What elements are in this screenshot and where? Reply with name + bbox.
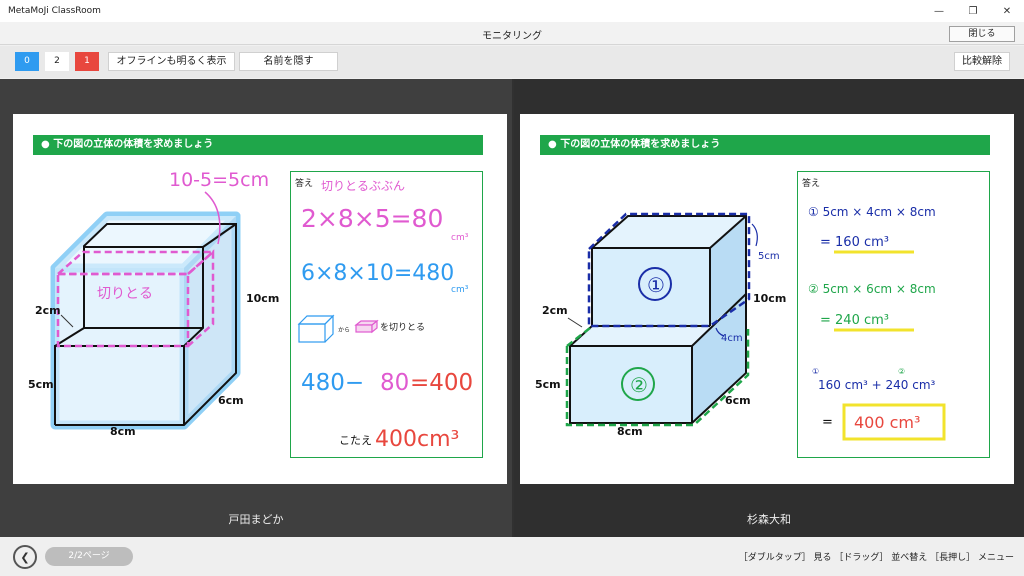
- hw-eq3c: =400: [410, 370, 473, 396]
- hw-side-note: 5cm: [758, 251, 780, 262]
- footer-bar: ❮ 2/2ページ ［ダブルタップ］ 見る ［ドラッグ］ 並べ替え ［長押し］ メ…: [0, 538, 1024, 576]
- label-upper: 2cm: [35, 304, 61, 317]
- hw-eq2-unit: cm³: [451, 285, 469, 295]
- hw-side-note2: 4cm: [721, 333, 743, 344]
- label-depth: 6cm: [218, 394, 244, 407]
- hw-answer: 400 cm³: [854, 413, 920, 432]
- page-indicator: 2/2ページ: [45, 547, 133, 566]
- hw-sum-mark1: ①: [812, 367, 819, 376]
- hw-sum-mark2: ②: [898, 367, 905, 376]
- compare-off-button[interactable]: 比較解除: [954, 52, 1010, 71]
- answer-box: 答え 切りとるぶぶん 2×8×5=80 cm³ 6×8×10=480 cm³ か…: [290, 171, 483, 458]
- label-upper: 2cm: [542, 304, 568, 317]
- hw-sum: 160 cm³ + 240 cm³: [818, 378, 936, 392]
- hw-top-note: 10-5=5cm: [169, 169, 269, 191]
- answer-handwriting: 切りとるぶぶん 2×8×5=80 cm³ 6×8×10=480 cm³ から を…: [297, 179, 473, 452]
- hw-answer: 400cm³: [375, 427, 459, 452]
- window-titlebar: MetaMoJi ClassRoom — ❐ ✕: [0, 0, 1024, 22]
- toolbar: 0 2 1 オフラインも明るく表示 名前を隠す 比較解除: [0, 46, 1024, 78]
- hide-names-button[interactable]: 名前を隠す: [239, 52, 338, 71]
- hw-part1: ①: [647, 273, 665, 297]
- student-name: 戸田まどか: [228, 513, 284, 526]
- label-width: 8cm: [110, 425, 136, 438]
- hw-line1: ① 5cm × 4cm × 8cm: [808, 205, 936, 219]
- hw-part2: ②: [630, 373, 648, 397]
- hw-cut-label: 切りとる: [97, 286, 153, 302]
- student-name: 杉森大和: [747, 513, 791, 526]
- label-height: 10cm: [753, 292, 786, 305]
- close-button[interactable]: 閉じる: [949, 26, 1015, 42]
- app-title: MetaMoJi ClassRoom: [8, 6, 101, 16]
- student-note-card[interactable]: ● 下の図の立体の体積を求めましょう: [13, 114, 507, 484]
- hw-answer-prefix: こたえ: [339, 434, 372, 447]
- monitoring-header: モニタリング 閉じる: [0, 22, 1024, 45]
- hw-cut-part: 切りとるぶぶん: [321, 179, 405, 193]
- hw-eq3b: 80: [380, 370, 409, 396]
- back-arrow-icon[interactable]: ❮: [13, 545, 37, 569]
- label-height: 10cm: [246, 292, 279, 305]
- count-badge-red[interactable]: 1: [75, 52, 99, 71]
- hw-line2-result: = 240 cm³: [820, 313, 889, 328]
- count-badge-blue[interactable]: 0: [15, 52, 39, 71]
- hw-eq3a: 480−: [301, 370, 364, 396]
- hw-eq1: 2×8×5=80: [301, 204, 443, 233]
- student-panel-2[interactable]: ● 下の図の立体の体積を求めましょう ① ② 5cm 4cm 10cm 2cm …: [514, 79, 1024, 537]
- hw-equals: =: [822, 415, 833, 430]
- minimize-icon[interactable]: —: [922, 0, 956, 22]
- monitoring-stage: ● 下の図の立体の体積を求めましょう 10cm 2cm 5cm 6cm 8cm …: [0, 79, 1024, 537]
- hw-cut-action: を切りとる: [380, 322, 425, 333]
- label-width: 8cm: [617, 425, 643, 438]
- hw-line1-result: = 160 cm³: [820, 235, 889, 250]
- student-panel-1[interactable]: ● 下の図の立体の体積を求めましょう 10cm 2cm 5cm 6cm 8cm …: [0, 79, 512, 537]
- hw-eq1-unit: cm³: [451, 233, 469, 243]
- hw-line2: ② 5cm × 6cm × 8cm: [808, 282, 936, 296]
- show-offline-button[interactable]: オフラインも明るく表示: [108, 52, 235, 71]
- answer-box: 答え ① 5cm × 4cm × 8cm = 160 cm³ ② 5cm × 6…: [797, 171, 990, 458]
- student-note-card[interactable]: ● 下の図の立体の体積を求めましょう: [520, 114, 1014, 484]
- answer-handwriting: ① 5cm × 4cm × 8cm = 160 cm³ ② 5cm × 6cm …: [808, 205, 946, 441]
- restore-icon[interactable]: ❐: [956, 0, 990, 22]
- hw-eq2: 6×8×10=480: [301, 261, 454, 286]
- window-controls: — ❐ ✕: [922, 0, 1024, 22]
- label-lower: 5cm: [535, 378, 561, 391]
- label-depth: 6cm: [725, 394, 751, 407]
- label-lower: 5cm: [28, 378, 54, 391]
- close-window-icon[interactable]: ✕: [990, 0, 1024, 22]
- hw-from: から: [338, 327, 350, 334]
- gesture-hints: ［ダブルタップ］ 見る ［ドラッグ］ 並べ替え ［長押し］ メニュー: [738, 553, 1014, 563]
- count-badge-white[interactable]: 2: [45, 52, 69, 71]
- page-title: モニタリング: [482, 31, 542, 42]
